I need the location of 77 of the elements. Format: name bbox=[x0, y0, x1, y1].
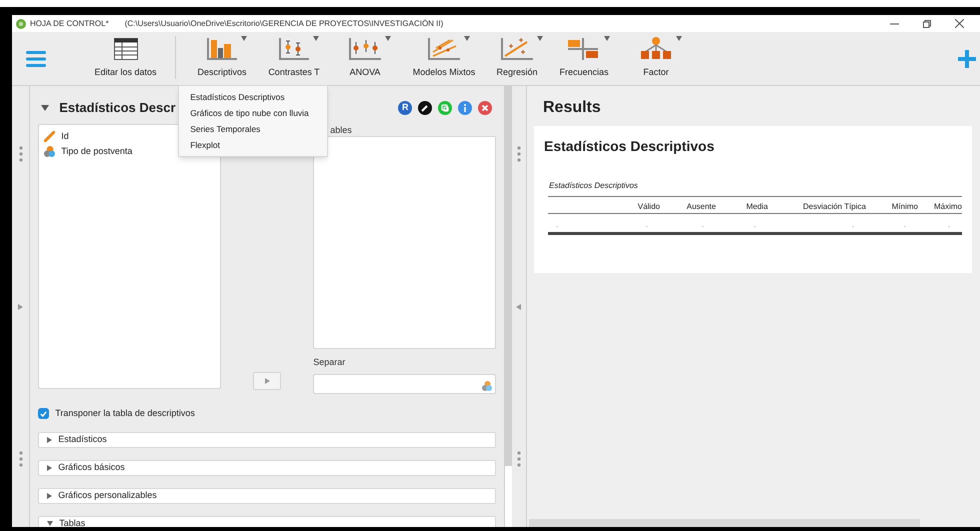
table-cell: . bbox=[646, 220, 648, 229]
toolbar-button[interactable]: Editar los datos bbox=[76, 36, 176, 79]
restore-icon[interactable] bbox=[923, 20, 931, 28]
line-chart-icon bbox=[428, 38, 460, 60]
toolbar-button[interactable]: Contrastes T bbox=[258, 36, 330, 79]
results-heading: Results bbox=[542, 98, 602, 118]
bar-chart-icon bbox=[207, 38, 237, 60]
collapse-arrow-icon[interactable] bbox=[41, 105, 50, 111]
column-header: Desviación Típica bbox=[802, 202, 866, 211]
section-header[interactable]: Estadísticos bbox=[38, 432, 496, 448]
menu-item[interactable]: Estadísticos Descriptivos bbox=[190, 89, 316, 105]
hierarchy-icon bbox=[640, 36, 672, 60]
analysis-heading: Estadísticos Descriptivos bbox=[544, 137, 716, 156]
table-cell: . bbox=[904, 220, 906, 229]
field-label: Separar bbox=[313, 356, 346, 369]
toolbar-button[interactable]: Modelos Mixtos bbox=[400, 36, 488, 79]
toolbar-button[interactable]: Factor bbox=[622, 36, 690, 79]
column-header: Media bbox=[746, 202, 768, 211]
nominal-variable-icon bbox=[482, 380, 492, 390]
drag-handle-icon[interactable] bbox=[18, 146, 23, 162]
column-header: Ausente bbox=[686, 202, 716, 211]
check-icon bbox=[40, 410, 48, 416]
analysis-title: Estadísticos Descr bbox=[59, 99, 176, 118]
checkbox[interactable] bbox=[38, 408, 50, 419]
drag-handle-icon[interactable] bbox=[18, 451, 23, 467]
file-path: (C:\Users\Usuario\OneDrive\Escritorio\GERENCIA DE PROYECTOS\INVESTIGACIÓN II) bbox=[124, 18, 444, 30]
variables-target-list[interactable] bbox=[313, 136, 496, 349]
variable-name[interactable]: Tipo de postventa bbox=[61, 144, 132, 158]
frequency-table-icon bbox=[568, 38, 600, 60]
nominal-variable-icon bbox=[44, 146, 56, 157]
section-header[interactable]: Gráficos personalizables bbox=[38, 488, 496, 504]
edit-icon[interactable] bbox=[418, 101, 432, 115]
column-header: Válido bbox=[638, 202, 660, 211]
add-icon[interactable] bbox=[958, 50, 976, 68]
toolbar-button[interactable]: ANOVA bbox=[330, 36, 400, 79]
close-icon[interactable] bbox=[478, 101, 492, 115]
table-cell: . bbox=[948, 220, 950, 229]
expand-arrow-icon bbox=[47, 464, 52, 470]
table-cell: . bbox=[556, 220, 558, 229]
app-logo-icon bbox=[16, 18, 26, 28]
toolbar-button[interactable]: Frecuencias bbox=[546, 36, 622, 79]
toolbar-button[interactable]: Regresión bbox=[488, 36, 546, 79]
menu-icon[interactable] bbox=[26, 50, 46, 68]
error-bar-chart-icon bbox=[279, 38, 309, 60]
window-title: HOJA DE CONTROL* bbox=[30, 18, 109, 30]
section-header[interactable]: Tablas bbox=[38, 516, 496, 527]
r-syntax-button[interactable]: R bbox=[398, 101, 412, 115]
column-header: Máximo bbox=[934, 202, 962, 211]
expand-arrow-icon bbox=[47, 492, 52, 498]
table-cell: . bbox=[702, 220, 704, 229]
scrollbar-thumb[interactable] bbox=[505, 86, 512, 466]
horizontal-scrollbar[interactable] bbox=[528, 519, 920, 527]
toolbar-button[interactable]: Descriptivos bbox=[186, 36, 258, 79]
expand-arrow-icon[interactable] bbox=[18, 304, 24, 310]
move-right-button[interactable] bbox=[253, 372, 282, 390]
split-field[interactable] bbox=[313, 374, 496, 394]
scatter-plot-icon bbox=[501, 38, 533, 60]
table-cell: . bbox=[754, 220, 756, 229]
table-caption: Estadísticos Descriptivos bbox=[548, 180, 639, 192]
ruler-icon bbox=[44, 131, 56, 142]
section-header[interactable]: Gráficos básicos bbox=[38, 460, 496, 476]
drag-handle-icon[interactable] bbox=[516, 146, 521, 162]
table-icon bbox=[114, 38, 138, 60]
drag-handle-icon[interactable] bbox=[516, 451, 521, 467]
checkbox-label: Transponer la tabla de descriptivos bbox=[55, 406, 195, 420]
close-icon[interactable] bbox=[955, 19, 964, 28]
column-header: Mínimo bbox=[892, 202, 918, 211]
collapse-arrow-icon bbox=[47, 521, 54, 526]
field-label: ables bbox=[330, 124, 353, 136]
expand-arrow-icon bbox=[47, 436, 52, 442]
menu-item[interactable]: Gráficos de tipo nube con lluvia bbox=[190, 105, 316, 121]
error-bar-chart-icon bbox=[349, 38, 381, 60]
variable-name[interactable]: Id bbox=[61, 130, 69, 144]
copy-icon[interactable] bbox=[438, 101, 452, 115]
info-icon[interactable] bbox=[458, 101, 472, 115]
play-arrow-icon bbox=[264, 378, 270, 384]
table-cell: . bbox=[852, 220, 854, 229]
